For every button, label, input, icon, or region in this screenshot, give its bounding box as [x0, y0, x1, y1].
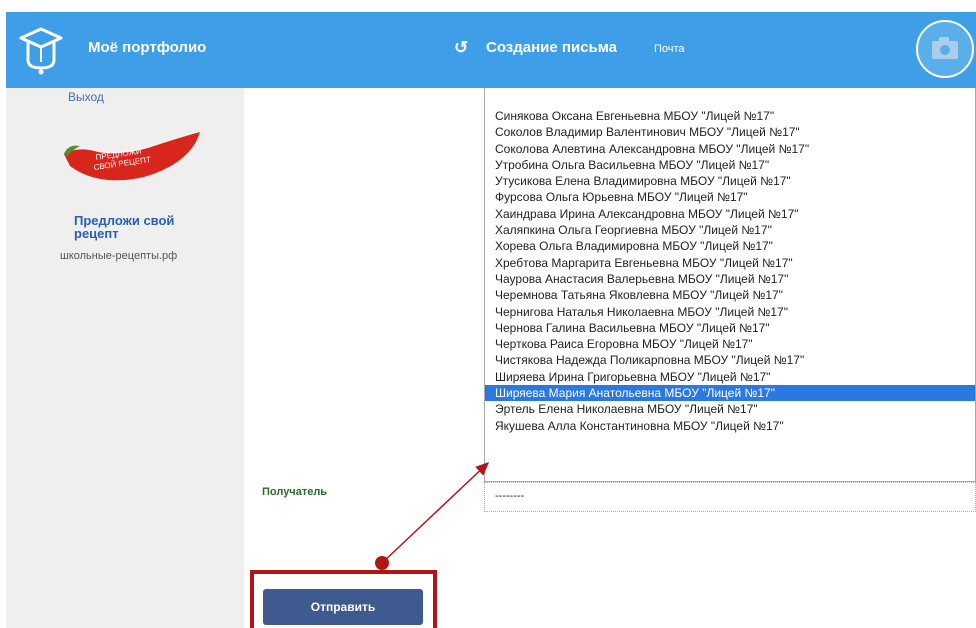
- recipient-listbox[interactable]: Синякова Оксана Евгеньевна МБОУ "Лицей №…: [484, 88, 976, 482]
- recipient-option[interactable]: Чернигова Наталья Николаевна МБОУ "Лицей…: [485, 304, 975, 320]
- header: Моё портфолио ↺ Создание письма Почта: [6, 12, 976, 88]
- recipient-option[interactable]: Утробина Ольга Васильевна МБОУ "Лицей №1…: [485, 157, 975, 173]
- recipient-option[interactable]: Черемнова Татьяна Яковлевна МБОУ "Лицей …: [485, 287, 975, 303]
- graduation-cap-icon: [19, 27, 63, 75]
- send-button[interactable]: Отправить: [263, 589, 423, 625]
- top-strip: [0, 0, 976, 12]
- exit-link[interactable]: Выход: [68, 90, 104, 104]
- recipient-option[interactable]: Хребтова Маргарита Евгеньевна МБОУ "Лице…: [485, 255, 975, 271]
- recipient-option[interactable]: Чернова Галина Васильевна МБОУ "Лицей №1…: [485, 320, 975, 336]
- recipient-label: Получатель: [262, 486, 328, 498]
- camera-icon[interactable]: [916, 20, 974, 78]
- recipient-option[interactable]: Синякова Оксана Евгеньевна МБОУ "Лицей №…: [485, 108, 975, 124]
- recipient-option[interactable]: Эртель Елена Николаевна МБОУ "Лицей №17": [485, 401, 975, 417]
- recipient-select[interactable]: --------: [484, 482, 976, 512]
- recipient-option[interactable]: Ширяева Мария Анатольевна МБОУ "Лицей №1…: [485, 385, 975, 402]
- recipient-option[interactable]: Утусикова Елена Владимировна МБОУ "Лицей…: [485, 173, 975, 189]
- recipient-option[interactable]: Ширяева Ирина Григорьевна МБОУ "Лицей №1…: [485, 369, 975, 385]
- recipient-option[interactable]: Хаиндрава Ирина Александровна МБОУ "Лице…: [485, 206, 975, 222]
- chili-pepper-logo[interactable]: ПРЕДЛОЖИ СВОЙ РЕЦЕПТ: [58, 126, 208, 188]
- recipient-options: Синякова Оксана Евгеньевна МБОУ "Лицей №…: [485, 108, 975, 434]
- recipient-option[interactable]: Халяпкина Ольга Георгиевна МБОУ "Лицей №…: [485, 222, 975, 238]
- recipient-option[interactable]: Хорева Ольга Владимировна МБОУ "Лицей №1…: [485, 238, 975, 254]
- promo-title[interactable]: Предложи свой рецепт: [74, 214, 214, 240]
- breadcrumb-mail[interactable]: Почта: [654, 43, 685, 55]
- brand-title[interactable]: Моё портфолио: [88, 39, 206, 56]
- refresh-icon[interactable]: ↺: [454, 38, 468, 58]
- recipient-option[interactable]: Фурсова Ольга Юрьевна МБОУ "Лицей №17": [485, 189, 975, 205]
- sidebar: Выход ПРЕДЛОЖИ СВОЙ РЕЦЕПТ Предложи свой…: [6, 88, 244, 628]
- recipient-option[interactable]: Якушева Алла Константиновна МБОУ "Лицей …: [485, 418, 975, 434]
- page-title: Создание письма: [486, 39, 617, 56]
- recipient-option[interactable]: Соколова Алевтина Александровна МБОУ "Ли…: [485, 141, 975, 157]
- recipient-option[interactable]: Соколов Владимир Валентинович МБОУ "Лице…: [485, 124, 975, 140]
- recipient-option[interactable]: Черткова Раиса Егоровна МБОУ "Лицей №17": [485, 336, 975, 352]
- recipient-option[interactable]: Чистякова Надежда Поликарповна МБОУ "Лиц…: [485, 352, 975, 368]
- promo-link[interactable]: школьные-рецепты.рф: [60, 250, 177, 262]
- recipient-select-value: --------: [495, 490, 525, 502]
- recipient-option[interactable]: Чаурова Анастасия Валерьевна МБОУ "Лицей…: [485, 271, 975, 287]
